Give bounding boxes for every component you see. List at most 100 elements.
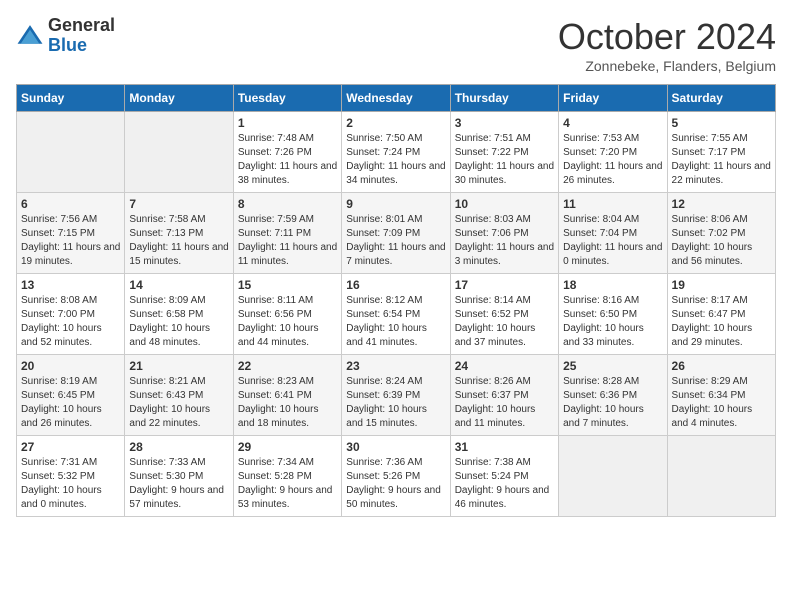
day-info: Sunrise: 8:28 AMSunset: 6:36 PMDaylight:… — [563, 375, 662, 431]
column-header-monday: Monday — [125, 85, 233, 112]
day-number: 29 — [238, 440, 337, 454]
day-info: Sunrise: 7:59 AMSunset: 7:11 PMDaylight:… — [238, 213, 337, 269]
calendar-cell: 2 Sunrise: 7:50 AMSunset: 7:24 PMDaylight… — [342, 112, 450, 193]
day-number: 8 — [238, 197, 337, 211]
day-number: 26 — [672, 359, 771, 373]
day-number: 7 — [129, 197, 228, 211]
column-header-friday: Friday — [559, 85, 667, 112]
day-info: Sunrise: 7:51 AMSunset: 7:22 PMDaylight:… — [455, 132, 554, 188]
day-info: Sunrise: 8:21 AMSunset: 6:43 PMDaylight:… — [129, 375, 228, 431]
day-info: Sunrise: 8:23 AMSunset: 6:41 PMDaylight:… — [238, 375, 337, 431]
day-info: Sunrise: 7:36 AMSunset: 5:26 PMDaylight:… — [346, 456, 445, 512]
calendar-cell: 25 Sunrise: 8:28 AMSunset: 6:36 PMDayligh… — [559, 355, 667, 436]
calendar-cell: 12 Sunrise: 8:06 AMSunset: 7:02 PMDayligh… — [667, 193, 775, 274]
day-number: 28 — [129, 440, 228, 454]
calendar-cell: 4 Sunrise: 7:53 AMSunset: 7:20 PMDaylight… — [559, 112, 667, 193]
logo-blue-text: Blue — [48, 36, 115, 56]
logo-general-text: General — [48, 16, 115, 36]
calendar-cell: 7 Sunrise: 7:58 AMSunset: 7:13 PMDaylight… — [125, 193, 233, 274]
week-row-2: 6 Sunrise: 7:56 AMSunset: 7:15 PMDaylight… — [17, 193, 776, 274]
calendar-cell: 11 Sunrise: 8:04 AMSunset: 7:04 PMDayligh… — [559, 193, 667, 274]
location-subtitle: Zonnebeke, Flanders, Belgium — [558, 58, 776, 74]
calendar-cell: 14Sunrise: 8:09 AMSunset: 6:58 PMDayligh… — [125, 274, 233, 355]
calendar-cell: 23 Sunrise: 8:24 AMSunset: 6:39 PMDayligh… — [342, 355, 450, 436]
calendar-cell: 19 Sunrise: 8:17 AMSunset: 6:47 PMDayligh… — [667, 274, 775, 355]
logo: General Blue — [16, 16, 115, 56]
calendar-cell: 22 Sunrise: 8:23 AMSunset: 6:41 PMDayligh… — [233, 355, 341, 436]
day-info: Sunrise: 8:04 AMSunset: 7:04 PMDaylight:… — [563, 213, 662, 269]
day-number: 25 — [563, 359, 662, 373]
day-info: Sunrise: 7:58 AMSunset: 7:13 PMDaylight:… — [129, 213, 228, 269]
day-number: 16 — [346, 278, 445, 292]
calendar-cell: 31Sunrise: 7:38 AMSunset: 5:24 PMDayligh… — [450, 436, 558, 517]
day-info: Sunrise: 8:03 AMSunset: 7:06 PMDaylight:… — [455, 213, 554, 269]
week-row-4: 20 Sunrise: 8:19 AMSunset: 6:45 PMDayligh… — [17, 355, 776, 436]
day-info: Sunrise: 8:12 AMSunset: 6:54 PMDaylight:… — [346, 294, 445, 350]
day-number: 30 — [346, 440, 445, 454]
day-info: Sunrise: 8:08 AMSunset: 7:00 PMDaylight:… — [21, 294, 120, 350]
header-row: SundayMondayTuesdayWednesdayThursdayFrid… — [17, 85, 776, 112]
day-number: 20 — [21, 359, 120, 373]
calendar-cell: 15Sunrise: 8:11 AMSunset: 6:56 PMDayligh… — [233, 274, 341, 355]
calendar-cell: 3 Sunrise: 7:51 AMSunset: 7:22 PMDaylight… — [450, 112, 558, 193]
calendar-cell: 8 Sunrise: 7:59 AMSunset: 7:11 PMDaylight… — [233, 193, 341, 274]
title-block: October 2024 Zonnebeke, Flanders, Belgiu… — [558, 16, 776, 74]
calendar-cell — [667, 436, 775, 517]
logo-icon — [16, 22, 44, 50]
calendar-cell — [559, 436, 667, 517]
calendar-cell: 16 Sunrise: 8:12 AMSunset: 6:54 PMDayligh… — [342, 274, 450, 355]
logo-text: General Blue — [48, 16, 115, 56]
day-number: 3 — [455, 116, 554, 130]
day-number: 9 — [346, 197, 445, 211]
column-header-saturday: Saturday — [667, 85, 775, 112]
day-info: Sunrise: 7:56 AMSunset: 7:15 PMDaylight:… — [21, 213, 120, 269]
calendar-cell: 9Sunrise: 8:01 AMSunset: 7:09 PMDaylight… — [342, 193, 450, 274]
day-number: 23 — [346, 359, 445, 373]
calendar-cell — [17, 112, 125, 193]
day-info: Sunrise: 7:31 AMSunset: 5:32 PMDaylight:… — [21, 456, 120, 512]
calendar-cell: 18Sunrise: 8:16 AMSunset: 6:50 PMDayligh… — [559, 274, 667, 355]
day-number: 27 — [21, 440, 120, 454]
column-header-wednesday: Wednesday — [342, 85, 450, 112]
day-info: Sunrise: 8:26 AMSunset: 6:37 PMDaylight:… — [455, 375, 554, 431]
day-number: 17 — [455, 278, 554, 292]
day-info: Sunrise: 7:34 AMSunset: 5:28 PMDaylight:… — [238, 456, 337, 512]
calendar-cell: 13Sunrise: 8:08 AMSunset: 7:00 PMDayligh… — [17, 274, 125, 355]
week-row-3: 13Sunrise: 8:08 AMSunset: 7:00 PMDayligh… — [17, 274, 776, 355]
calendar-cell: 28Sunrise: 7:33 AMSunset: 5:30 PMDayligh… — [125, 436, 233, 517]
day-info: Sunrise: 7:53 AMSunset: 7:20 PMDaylight:… — [563, 132, 662, 188]
day-number: 19 — [672, 278, 771, 292]
day-number: 11 — [563, 197, 662, 211]
day-info: Sunrise: 8:16 AMSunset: 6:50 PMDaylight:… — [563, 294, 662, 350]
calendar-cell: 27 Sunrise: 7:31 AMSunset: 5:32 PMDayligh… — [17, 436, 125, 517]
day-info: Sunrise: 8:11 AMSunset: 6:56 PMDaylight:… — [238, 294, 337, 350]
day-number: 14 — [129, 278, 228, 292]
day-number: 6 — [21, 197, 120, 211]
day-number: 31 — [455, 440, 554, 454]
calendar-cell: 5 Sunrise: 7:55 AMSunset: 7:17 PMDaylight… — [667, 112, 775, 193]
day-info: Sunrise: 8:06 AMSunset: 7:02 PMDaylight:… — [672, 213, 771, 269]
calendar-cell: 21 Sunrise: 8:21 AMSunset: 6:43 PMDayligh… — [125, 355, 233, 436]
calendar-table: SundayMondayTuesdayWednesdayThursdayFrid… — [16, 84, 776, 517]
day-number: 4 — [563, 116, 662, 130]
column-header-tuesday: Tuesday — [233, 85, 341, 112]
day-info: Sunrise: 8:14 AMSunset: 6:52 PMDaylight:… — [455, 294, 554, 350]
day-info: Sunrise: 7:55 AMSunset: 7:17 PMDaylight:… — [672, 132, 771, 188]
day-info: Sunrise: 8:24 AMSunset: 6:39 PMDaylight:… — [346, 375, 445, 431]
day-number: 22 — [238, 359, 337, 373]
day-number: 1 — [238, 116, 337, 130]
day-info: Sunrise: 8:17 AMSunset: 6:47 PMDaylight:… — [672, 294, 771, 350]
calendar-cell: 29 Sunrise: 7:34 AMSunset: 5:28 PMDayligh… — [233, 436, 341, 517]
week-row-1: 1Sunrise: 7:48 AMSunset: 7:26 PMDaylight… — [17, 112, 776, 193]
page-header: General Blue October 2024 Zonnebeke, Fla… — [16, 16, 776, 74]
day-number: 12 — [672, 197, 771, 211]
day-number: 2 — [346, 116, 445, 130]
calendar-cell — [125, 112, 233, 193]
day-info: Sunrise: 8:19 AMSunset: 6:45 PMDaylight:… — [21, 375, 120, 431]
day-info: Sunrise: 7:50 AMSunset: 7:24 PMDaylight:… — [346, 132, 445, 188]
day-number: 5 — [672, 116, 771, 130]
day-info: Sunrise: 8:29 AMSunset: 6:34 PMDaylight:… — [672, 375, 771, 431]
column-header-thursday: Thursday — [450, 85, 558, 112]
day-number: 10 — [455, 197, 554, 211]
day-number: 21 — [129, 359, 228, 373]
